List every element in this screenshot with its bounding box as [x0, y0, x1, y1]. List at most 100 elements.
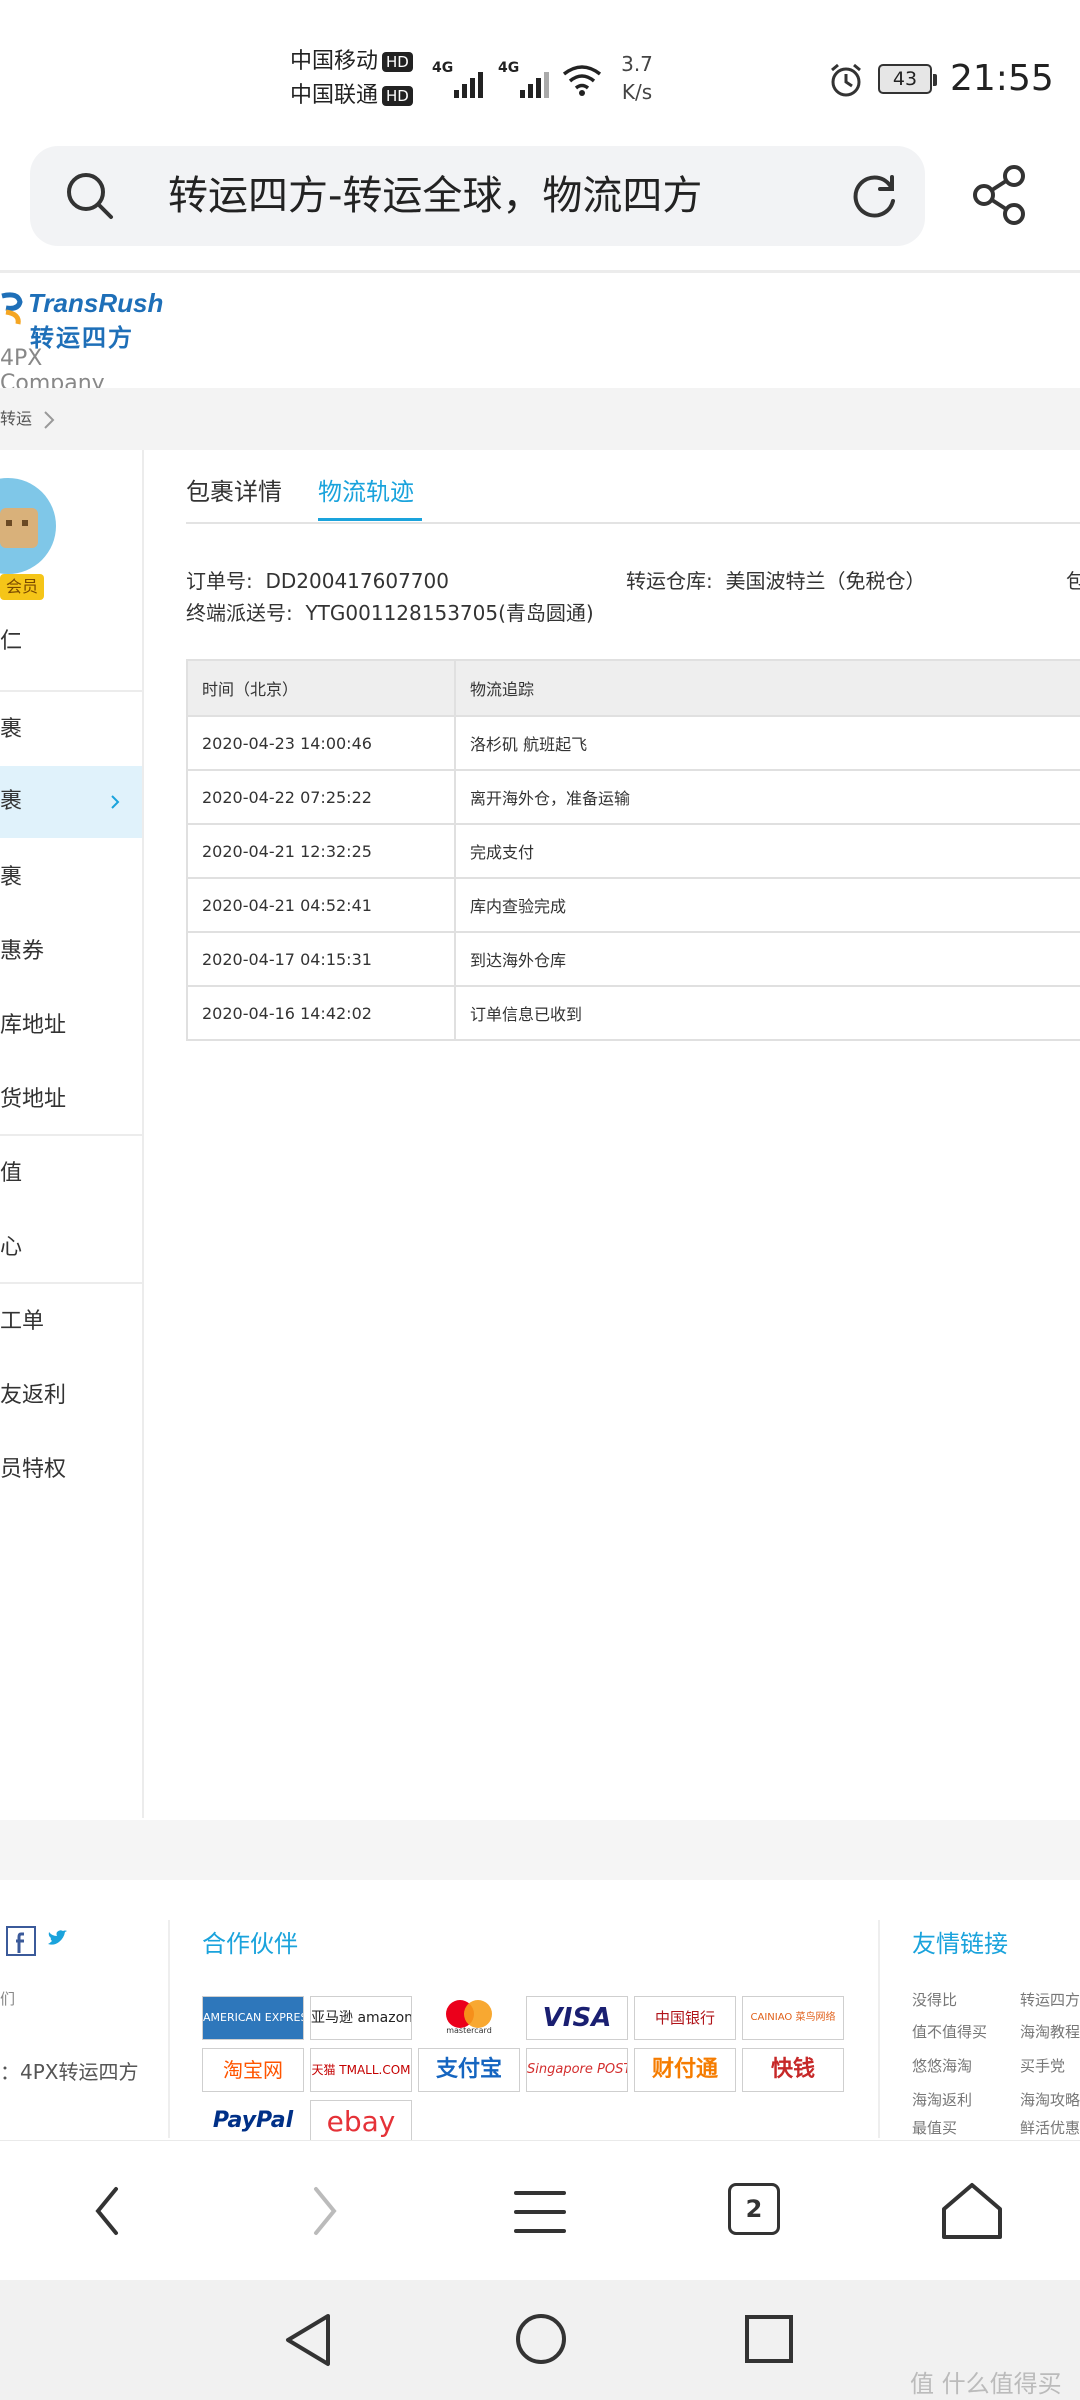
- friendly-link[interactable]: 值不值得买: [912, 2016, 987, 2048]
- forward-icon[interactable]: [310, 2185, 340, 2237]
- row-status: 订单信息已收到: [454, 985, 1080, 1041]
- partner-amex-logo[interactable]: AMERICAN EXPRESS: [202, 1996, 304, 2040]
- sidebar-item-referral[interactable]: 友返利: [0, 1376, 142, 1416]
- home-icon[interactable]: [940, 2181, 1004, 2241]
- carrier-1: 中国移动 HD: [290, 45, 413, 79]
- footer-divider: [168, 1920, 170, 2138]
- partner-taobao-logo[interactable]: 淘宝网: [202, 2048, 304, 2092]
- sidebar: 会员 仁 裹 裹 裹 惠券 库地址 货地址 值 心 工单 友返利 员特权: [0, 450, 144, 1818]
- sidebar-item-coupons[interactable]: 惠券: [0, 932, 142, 972]
- chevron-right-icon: [44, 411, 55, 429]
- table-header: 时间（北京） 物流追踪: [186, 659, 1080, 717]
- footer-spacer: [0, 1820, 1080, 1880]
- partner-cainiao-logo[interactable]: CAINIAO 菜鸟网络: [742, 1996, 844, 2040]
- partner-boc-logo[interactable]: 中国银行: [634, 1996, 736, 2040]
- partner-visa-logo[interactable]: VISA: [526, 1996, 628, 2040]
- sidebar-item-privileges[interactable]: 员特权: [0, 1450, 142, 1490]
- menu-icon[interactable]: [514, 2189, 566, 2235]
- row-time: 2020-04-21 12:32:25: [186, 823, 456, 879]
- order-number: 订单号: DD200417607700: [186, 569, 449, 593]
- url-title: 转运四方-转运全球，物流四方: [168, 173, 703, 219]
- row-time: 2020-04-17 04:15:31: [186, 931, 456, 987]
- row-status: 完成支付: [454, 823, 1080, 879]
- table-row: 2020-04-22 07:25:22 离开海外仓，准备运输: [186, 769, 1080, 825]
- tab-package-details[interactable]: 包裹详情: [186, 472, 282, 512]
- breadcrumb-item[interactable]: 转运: [0, 388, 32, 450]
- sidebar-divider: [0, 1134, 142, 1136]
- friendly-link[interactable]: 转运四方: [1020, 1984, 1080, 2016]
- footer-divider: [878, 1920, 880, 2138]
- facebook-icon[interactable]: [6, 1926, 36, 1956]
- sidebar-divider: [0, 1282, 142, 1284]
- sidebar-item-warehouse-address[interactable]: 库地址: [0, 1006, 142, 1046]
- row-time: 2020-04-23 14:00:46: [186, 715, 456, 771]
- row-time: 2020-04-22 07:25:22: [186, 769, 456, 825]
- partner-alipay-logo[interactable]: 支付宝: [418, 2048, 520, 2092]
- sidebar-item-2-active[interactable]: 裹: [0, 766, 142, 838]
- sidebar-item-delivery-address[interactable]: 货地址: [0, 1080, 142, 1120]
- member-badge: 会员: [0, 574, 45, 600]
- refresh-icon[interactable]: [848, 169, 902, 223]
- status-bar: 中国移动 HD 中国联通 HD 4G 4G 3.7 K/s 43 21:55: [0, 0, 1080, 140]
- divider: [0, 270, 1080, 273]
- sidebar-item-center[interactable]: 心: [0, 1228, 142, 1268]
- partners-title: 合作伙伴: [202, 1930, 298, 1958]
- clock: 21:55: [950, 58, 1054, 99]
- table-row: 2020-04-17 04:15:31 到达海外仓库: [186, 931, 1080, 987]
- partner-tenpay-logo[interactable]: 财付通: [634, 2048, 736, 2092]
- friendly-link[interactable]: 买手党: [1020, 2050, 1065, 2082]
- avatar[interactable]: [0, 478, 58, 574]
- tab-tracking[interactable]: 物流轨迹: [318, 472, 414, 512]
- row-status: 洛杉矶 航班起飞: [454, 715, 1080, 771]
- nav-home-icon[interactable]: [514, 2312, 568, 2366]
- column-header-tracking: 物流追踪: [454, 659, 1080, 717]
- partner-amazon-logo[interactable]: 亚马逊 amazon: [310, 1996, 412, 2040]
- row-status: 库内查验完成: [454, 877, 1080, 933]
- sidebar-item-recharge[interactable]: 值: [0, 1154, 142, 1194]
- back-icon[interactable]: [92, 2185, 122, 2237]
- partner-singpost-logo[interactable]: Singapore POST: [526, 2048, 628, 2092]
- battery-indicator: 43: [878, 64, 937, 94]
- column-header-time: 时间（北京）: [186, 659, 456, 717]
- user-name: 仁: [0, 629, 23, 654]
- truncated-field: 包: [1066, 569, 1080, 593]
- tab-active-indicator: [318, 518, 422, 521]
- breadcrumb: 转运: [0, 388, 1080, 450]
- nav-recents-icon[interactable]: [744, 2314, 794, 2364]
- friendly-links-title: 友情链接: [912, 1930, 1008, 1958]
- row-status: 到达海外仓库: [454, 931, 1080, 987]
- row-time: 2020-04-21 04:52:41: [186, 877, 456, 933]
- table-row: 2020-04-23 14:00:46 洛杉矶 航班起飞: [186, 715, 1080, 771]
- nav-back-icon[interactable]: [282, 2312, 334, 2368]
- site-logo[interactable]: TransRush 转运四方 4PX Company: [0, 288, 163, 396]
- friendly-link[interactable]: 没得比: [912, 1984, 957, 2016]
- system-nav-bar: 值 什么值得买: [0, 2280, 1080, 2400]
- table-row: 2020-04-21 04:52:41 库内查验完成: [186, 877, 1080, 933]
- alarm-icon: [831, 63, 861, 97]
- twitter-icon[interactable]: [46, 1928, 68, 1950]
- row-time: 2020-04-16 14:42:02: [186, 985, 456, 1041]
- tab-divider: [186, 522, 1080, 524]
- network-speed: 3.7 K/s: [621, 52, 653, 104]
- partner-99bill-logo[interactable]: 快钱: [742, 2048, 844, 2092]
- friendly-link[interactable]: 海淘教程: [1020, 2016, 1080, 2048]
- tab-count-button[interactable]: 2: [728, 2183, 780, 2235]
- logo-mark-icon: [1, 292, 23, 325]
- browser-toolbar: [0, 2140, 1080, 2281]
- partner-paypal-logo[interactable]: PayPal: [202, 2100, 304, 2144]
- friendly-link[interactable]: 悠悠海淘: [912, 2050, 972, 2082]
- table-row: 2020-04-21 12:32:25 完成支付: [186, 823, 1080, 879]
- carrier-2: 中国联通 HD: [290, 79, 413, 113]
- sidebar-item-1[interactable]: 裹: [0, 710, 142, 750]
- watermark: 值 什么值得买: [910, 2370, 1062, 2398]
- partner-mastercard-logo[interactable]: mastercard: [418, 1996, 520, 2040]
- sidebar-divider: [0, 690, 142, 692]
- share-icon[interactable]: [970, 164, 1030, 226]
- signal-icon-1: 4G: [432, 58, 492, 98]
- sidebar-item-3[interactable]: 裹: [0, 858, 142, 898]
- sidebar-item-ticket[interactable]: 工单: [0, 1302, 142, 1342]
- footer-company: ：4PX转运四方: [0, 2060, 139, 2084]
- address-bar[interactable]: 转运四方-转运全球，物流四方: [30, 146, 925, 246]
- partner-ebay-logo[interactable]: ebay: [310, 2100, 412, 2144]
- partner-tmall-logo[interactable]: 天猫 TMALL.COM: [310, 2048, 412, 2092]
